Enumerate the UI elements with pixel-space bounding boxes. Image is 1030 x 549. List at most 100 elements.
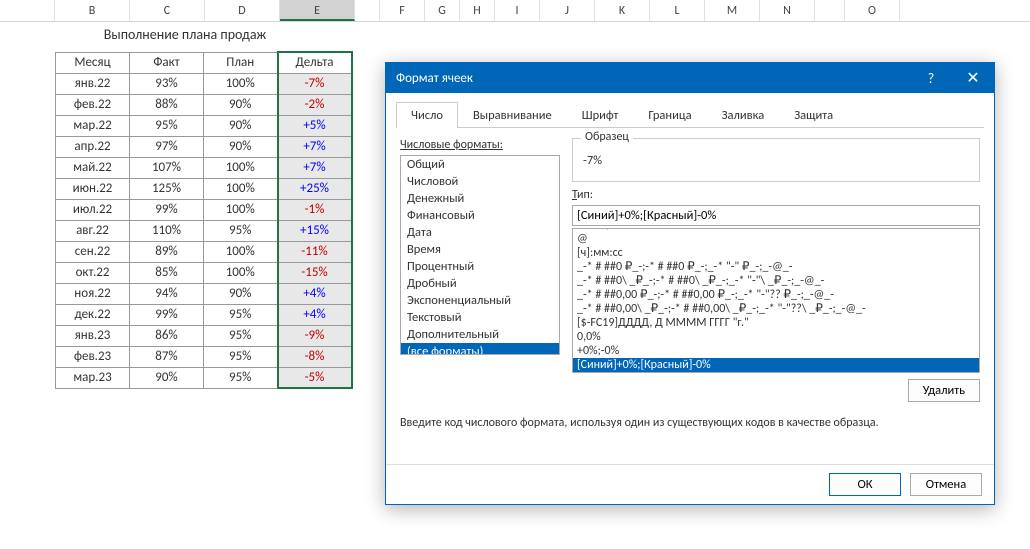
- cell-plan[interactable]: 100%: [204, 157, 278, 178]
- column-header[interactable]: G: [425, 0, 460, 21]
- cell-delta[interactable]: +4%: [278, 283, 352, 304]
- cell-month[interactable]: фев.23: [56, 346, 130, 367]
- cell-delta[interactable]: -7%: [278, 73, 352, 94]
- cell-fact[interactable]: 125%: [130, 178, 204, 199]
- cell-month[interactable]: ноя.22: [56, 283, 130, 304]
- column-header[interactable]: B: [55, 0, 130, 21]
- cell-fact[interactable]: 85%: [130, 262, 204, 283]
- tab-Граница[interactable]: Граница: [633, 102, 706, 128]
- column-header[interactable]: J: [540, 0, 595, 21]
- tab-Число[interactable]: Число: [396, 102, 458, 128]
- cell-plan[interactable]: 90%: [204, 94, 278, 115]
- cell-fact[interactable]: 110%: [130, 220, 204, 241]
- format-item[interactable]: Время: [401, 241, 559, 258]
- cell-delta[interactable]: -8%: [278, 346, 352, 367]
- cell-plan[interactable]: 90%: [204, 283, 278, 304]
- column-header[interactable]: K: [595, 0, 650, 21]
- cell-fact[interactable]: 86%: [130, 325, 204, 346]
- format-item[interactable]: Числовой: [401, 173, 559, 190]
- dialog-titlebar[interactable]: Формат ячеек ? ✕: [386, 63, 994, 93]
- cell-fact[interactable]: 93%: [130, 73, 204, 94]
- cell-delta[interactable]: -15%: [278, 262, 352, 283]
- cell-fact[interactable]: 88%: [130, 94, 204, 115]
- header-delta[interactable]: Дельта: [278, 52, 352, 73]
- code-item[interactable]: [Синий]+0%;[Красный]-0%: [573, 358, 979, 372]
- cell-plan[interactable]: 100%: [204, 73, 278, 94]
- column-header[interactable]: H: [460, 0, 495, 21]
- ok-button[interactable]: ОК: [829, 473, 901, 496]
- tab-Выравнивание[interactable]: Выравнивание: [458, 102, 567, 128]
- cell-plan[interactable]: 100%: [204, 262, 278, 283]
- column-header[interactable]: [815, 0, 845, 21]
- cell-plan[interactable]: 95%: [204, 325, 278, 346]
- code-item[interactable]: _-* # ##0,00 ₽_-;-* # ##0,00 ₽_-;_-* "-"…: [573, 288, 979, 302]
- code-item[interactable]: +0%;-0%: [573, 344, 979, 358]
- cell-fact[interactable]: 97%: [130, 136, 204, 157]
- cell-delta[interactable]: +15%: [278, 220, 352, 241]
- code-item[interactable]: _-* # ##0\ _₽_-;-* # ##0\ _₽_-;_-* "-"\ …: [573, 274, 979, 288]
- cell-month[interactable]: мар.23: [56, 367, 130, 388]
- cell-fact[interactable]: 95%: [130, 115, 204, 136]
- close-button[interactable]: ✕: [952, 63, 994, 93]
- column-header[interactable]: M: [705, 0, 760, 21]
- cell-delta[interactable]: -11%: [278, 241, 352, 262]
- column-header[interactable]: L: [650, 0, 705, 21]
- cell-delta[interactable]: +5%: [278, 115, 352, 136]
- cell-month[interactable]: июл.22: [56, 199, 130, 220]
- table-row[interactable]: дек.2299%95%+4%: [56, 304, 352, 325]
- table-row[interactable]: янв.2293%100%-7%: [56, 73, 352, 94]
- column-header[interactable]: I: [495, 0, 540, 21]
- column-header[interactable]: F: [380, 0, 425, 21]
- format-codes-list[interactable]: мм:сс,0@[ч]:мм:сс_-* # ##0 ₽_-;-* # ##0 …: [572, 228, 980, 373]
- column-header[interactable]: D: [205, 0, 280, 21]
- code-item[interactable]: _-* # ##0,00\ _₽_-;-* # ##0,00\ _₽_-;_-*…: [573, 302, 979, 316]
- format-item[interactable]: Текстовый: [401, 309, 559, 326]
- tab-Защита[interactable]: Защита: [779, 102, 848, 128]
- table-row[interactable]: авг.22110%95%+15%: [56, 220, 352, 241]
- table-row[interactable]: ноя.2294%90%+4%: [56, 283, 352, 304]
- cell-month[interactable]: май.22: [56, 157, 130, 178]
- help-button[interactable]: ?: [910, 63, 952, 93]
- cell-delta[interactable]: +4%: [278, 304, 352, 325]
- cell-plan[interactable]: 90%: [204, 136, 278, 157]
- cell-plan[interactable]: 90%: [204, 115, 278, 136]
- delete-button[interactable]: Удалить: [908, 379, 980, 402]
- cell-fact[interactable]: 89%: [130, 241, 204, 262]
- cell-month[interactable]: апр.22: [56, 136, 130, 157]
- table-row[interactable]: июн.22125%100%+25%: [56, 178, 352, 199]
- cell-plan[interactable]: 100%: [204, 241, 278, 262]
- table-row[interactable]: май.22107%100%+7%: [56, 157, 352, 178]
- column-header[interactable]: C: [130, 0, 205, 21]
- cell-plan[interactable]: 100%: [204, 178, 278, 199]
- cancel-button[interactable]: Отмена: [910, 473, 982, 496]
- table-row[interactable]: окт.2285%100%-15%: [56, 262, 352, 283]
- column-header[interactable]: [0, 0, 55, 21]
- number-formats-list[interactable]: ОбщийЧисловойДенежныйФинансовыйДатаВремя…: [400, 155, 560, 355]
- cell-month[interactable]: янв.23: [56, 325, 130, 346]
- table-row[interactable]: фев.2387%95%-8%: [56, 346, 352, 367]
- table-row[interactable]: янв.2386%95%-9%: [56, 325, 352, 346]
- cell-fact[interactable]: 87%: [130, 346, 204, 367]
- cell-month[interactable]: янв.22: [56, 73, 130, 94]
- cell-delta[interactable]: -9%: [278, 325, 352, 346]
- cell-month[interactable]: июн.22: [56, 178, 130, 199]
- cell-fact[interactable]: 94%: [130, 283, 204, 304]
- format-item[interactable]: Дополнительный: [401, 326, 559, 343]
- table-row[interactable]: апр.2297%90%+7%: [56, 136, 352, 157]
- cell-fact[interactable]: 107%: [130, 157, 204, 178]
- format-item[interactable]: (все форматы): [401, 343, 559, 355]
- cell-fact[interactable]: 90%: [130, 367, 204, 388]
- cell-month[interactable]: мар.22: [56, 115, 130, 136]
- header-plan[interactable]: План: [204, 52, 278, 73]
- format-item[interactable]: Денежный: [401, 190, 559, 207]
- column-header[interactable]: [355, 0, 380, 21]
- cell-delta[interactable]: +25%: [278, 178, 352, 199]
- cell-delta[interactable]: -2%: [278, 94, 352, 115]
- cell-plan[interactable]: 95%: [204, 304, 278, 325]
- header-fact[interactable]: Факт: [130, 52, 204, 73]
- format-item[interactable]: Дата: [401, 224, 559, 241]
- code-item[interactable]: [$-FC19]ДДДД, Д ММММ ГГГГ "г.": [573, 316, 979, 330]
- cell-month[interactable]: авг.22: [56, 220, 130, 241]
- format-item[interactable]: Общий: [401, 156, 559, 173]
- table-row[interactable]: июл.2299%100%-1%: [56, 199, 352, 220]
